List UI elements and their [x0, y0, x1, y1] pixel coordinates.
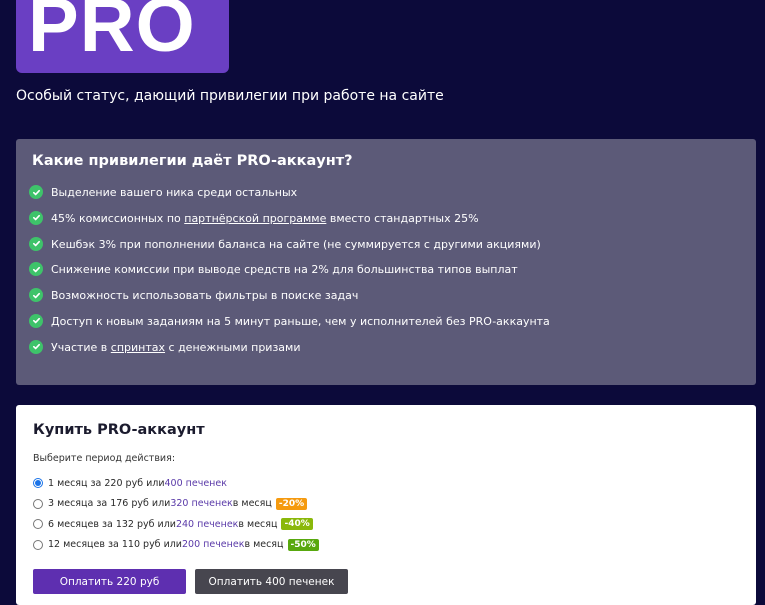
buy-panel: Купить PRO-аккаунт Выберите период дейст… [16, 405, 756, 605]
privilege-text: Снижение комиссии при выводе средств на … [51, 263, 518, 276]
privilege-link[interactable]: спринтах [111, 341, 165, 354]
period-cookies: 400 печенек [164, 477, 227, 489]
period-suffix: в месяц [244, 539, 284, 551]
privilege-item: Доступ к новым заданиям на 5 минут раньш… [29, 313, 550, 341]
privilege-item: Снижение комиссии при выводе средств на … [29, 262, 550, 289]
period-radio[interactable] [33, 539, 43, 550]
privilege-item: Кешбэк 3% при пополнении баланса на сайт… [29, 236, 550, 264]
privilege-text-part: 45% комиссионных по [51, 211, 185, 225]
check-icon [29, 313, 43, 328]
privilege-text: 45% комиссионных по партнёрской программ… [51, 212, 479, 225]
privileges-title: Какие привилегии даёт PRO-аккаунт? [32, 153, 353, 169]
check-icon [29, 288, 43, 303]
pro-logo: PRO [16, 0, 229, 73]
check-icon [29, 236, 43, 251]
period-text: 6 месяцев за 132 руб или [48, 518, 176, 530]
check-icon [29, 210, 43, 225]
privilege-text: Выделение вашего ника среди остальных [51, 186, 297, 199]
privilege-item: Возможность использовать фильтры в поиск… [29, 288, 550, 315]
page-subtitle: Особый статус, дающий привилегии при раб… [16, 88, 444, 104]
privilege-text-part: с денежными призами [165, 340, 301, 354]
period-option[interactable]: 12 месяцев за 110 руб или 200 печенек в … [33, 535, 319, 556]
privilege-text-part: Выделение вашего ника среди остальных [51, 186, 298, 199]
check-icon [29, 262, 43, 277]
period-radio[interactable] [33, 478, 43, 489]
privileges-panel: Какие привилегии даёт PRO-аккаунт? Выдел… [16, 139, 756, 385]
period-option[interactable]: 6 месяцев за 132 руб или 240 печенек в м… [33, 514, 319, 535]
privilege-text-part: вместо стандартных 25% [326, 211, 479, 225]
period-text: 12 месяцев за 110 руб или [48, 539, 182, 551]
privilege-text-part: Возможность использовать фильтры в поиск… [51, 289, 359, 303]
privilege-item: Выделение вашего ника среди остальных [29, 185, 550, 212]
period-cookies: 240 печенек [175, 518, 239, 530]
privilege-text-part: Кешбэк 3% при пополнении баланса на сайт… [51, 237, 541, 251]
check-icon [29, 339, 43, 354]
period-option[interactable]: 1 месяц за 220 руб или 400 печенек [33, 473, 319, 494]
privilege-text: Возможность использовать фильтры в поиск… [51, 289, 358, 302]
check-icon [29, 185, 43, 199]
period-radio[interactable] [33, 498, 43, 509]
discount-badge: -40% [281, 518, 313, 531]
period-text: 3 месяца за 176 руб или [48, 498, 171, 510]
privilege-text: Участие в спринтах с денежными призами [51, 341, 301, 354]
privilege-text: Доступ к новым заданиям на 5 минут раньш… [51, 315, 550, 328]
pay-cookies-button[interactable]: Оплатить 400 печенек [195, 569, 348, 594]
period-cookies: 320 печенек [170, 498, 233, 510]
period-suffix: в месяц [232, 498, 272, 510]
period-radio[interactable] [33, 519, 43, 530]
privilege-text-part: Снижение комиссии при выводе средств на … [51, 263, 518, 277]
discount-badge: -20% [275, 497, 308, 510]
buy-title: Купить PRO-аккаунт [33, 422, 205, 438]
discount-badge: -50% [287, 538, 319, 551]
period-label: Выберите период действия: [33, 453, 176, 464]
privilege-link[interactable]: партнёрской программе [184, 212, 326, 225]
pro-logo-text: PRO [28, 0, 196, 68]
privilege-text-part: Участие в [51, 340, 111, 354]
privilege-text-part: Доступ к новым заданиям на 5 минут раньш… [51, 314, 550, 328]
privilege-text: Кешбэк 3% при пополнении баланса на сайт… [51, 238, 541, 251]
period-options: 1 месяц за 220 руб или 400 печенек 3 меся… [33, 473, 319, 555]
pay-rub-button[interactable]: Оплатить 220 руб [33, 569, 186, 594]
privilege-item: Участие в спринтах с денежными призами [29, 339, 550, 367]
privileges-list: Выделение вашего ника среди остальных 45%… [29, 185, 550, 367]
period-cookies: 200 печенек [181, 539, 245, 551]
privilege-item: 45% комиссионных по партнёрской программ… [29, 210, 550, 238]
period-text: 1 месяц за 220 руб или [48, 477, 165, 489]
period-suffix: в месяц [238, 518, 278, 530]
period-option[interactable]: 3 месяца за 176 руб или 320 печенек в ме… [33, 494, 319, 515]
